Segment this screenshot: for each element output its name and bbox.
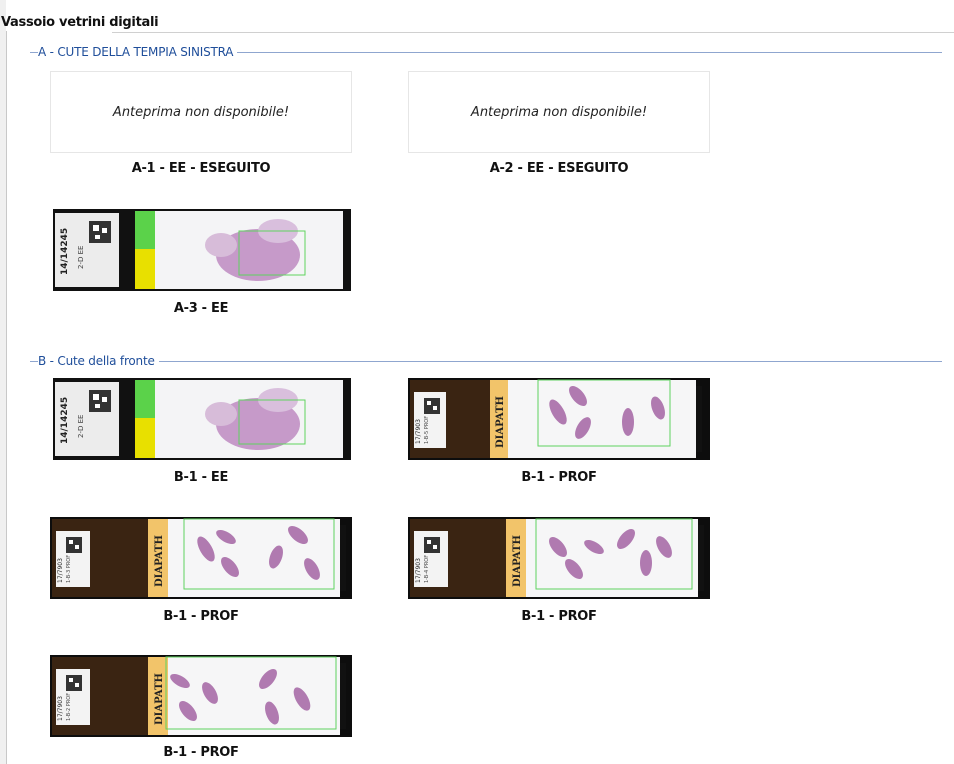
slide-caption: A-2 - EE - ESEGUITO [489, 161, 629, 176]
slide-tray-window: Vassoio vetrini digitali A - CUTE DELLA … [0, 0, 954, 764]
label-id-text: 17/7903 [57, 696, 64, 721]
label-sub-text: 2-D EE [77, 415, 85, 438]
label-sub-text: 1-B-5 PROF [424, 416, 430, 444]
slide-thumbnail[interactable]: Anteprima non disponibile! [408, 71, 710, 153]
slide-thumbnail[interactable]: 17/7903 1-B-5 PROF DIAPATH [408, 378, 710, 460]
group-b-legend: B - Cute della fronte [38, 354, 159, 368]
label-id-text: 17/7903 [415, 558, 422, 583]
slide-image-ee: 14/14245 2-D EE [53, 209, 351, 291]
label-id-text: 17/7903 [415, 419, 422, 444]
preview-unavailable-text: Anteprima non disponibile! [112, 104, 290, 120]
group-b-divider [30, 361, 942, 362]
slide-caption: A-3 - EE [173, 301, 229, 316]
group-a-legend: A - CUTE DELLA TEMPIA SINISTRA [38, 45, 238, 59]
label-sub-text: 1-B-4 PROF [424, 555, 430, 583]
slide-image-prof: 17/7903 1-B-2 PROF DIAPATH [50, 655, 352, 737]
window-title: Vassoio vetrini digitali [1, 15, 159, 30]
brand-text: DIAPATH [512, 535, 523, 587]
slide-caption: B-1 - PROF [163, 609, 239, 624]
label-id-text: 14/14245 [60, 397, 70, 444]
brand-text: DIAPATH [154, 535, 165, 587]
panel-border [6, 31, 7, 764]
slide-thumbnail[interactable]: 17/7903 1-B-2 PROF DIAPATH [50, 655, 352, 737]
slide-image-ee: 14/14245 2-D EE [53, 378, 351, 460]
label-sub-text: 1-B-2 PROF [66, 693, 72, 721]
slide-thumbnail[interactable]: Anteprima non disponibile! [50, 71, 352, 153]
slide-image-prof: 17/7903 1-B-4 PROF DIAPATH [408, 517, 710, 599]
label-sub-text: 2-D EE [77, 246, 85, 269]
slide-thumbnail[interactable]: 17/7903 1-B-4 PROF DIAPATH [408, 517, 710, 599]
slide-caption: B-1 - EE [173, 470, 229, 485]
preview-unavailable-text: Anteprima non disponibile! [470, 104, 648, 120]
slide-caption: B-1 - PROF [521, 609, 597, 624]
label-sub-text: 1-B-3 PROF [66, 555, 72, 583]
slide-thumbnail[interactable]: 17/7903 1-B-3 PROF DIAPATH [50, 517, 352, 599]
slide-caption: A-1 - EE - ESEGUITO [131, 161, 271, 176]
brand-text: DIAPATH [154, 673, 165, 725]
slide-thumbnail[interactable]: 14/14245 2-D EE [53, 209, 351, 291]
label-id-text: 14/14245 [60, 228, 70, 275]
slide-caption: B-1 - PROF [521, 470, 597, 485]
slide-image-prof: 17/7903 1-B-5 PROF DIAPATH [408, 378, 710, 460]
slide-thumbnail[interactable]: 14/14245 2-D EE [53, 378, 351, 460]
slide-caption: B-1 - PROF [163, 745, 239, 760]
title-divider [112, 32, 954, 33]
brand-text: DIAPATH [495, 396, 506, 448]
label-id-text: 17/7903 [57, 558, 64, 583]
slide-image-prof: 17/7903 1-B-3 PROF DIAPATH [50, 517, 352, 599]
